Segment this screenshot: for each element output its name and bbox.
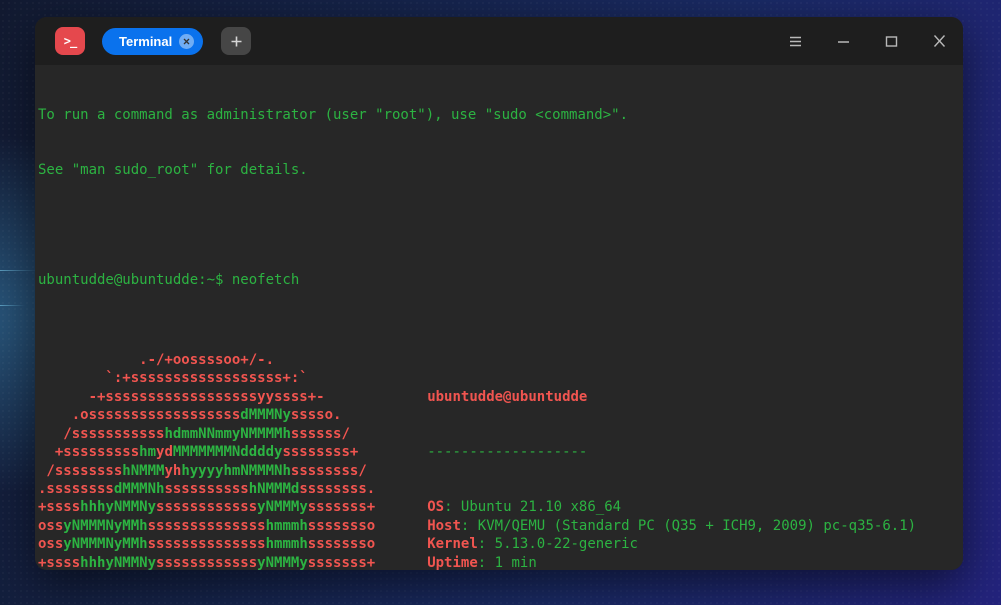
tab-close-button[interactable] (179, 34, 194, 49)
new-tab-button[interactable] (221, 27, 251, 55)
motd-line: See "man sudo_root" for details. (38, 161, 957, 179)
light-streak (0, 305, 25, 306)
hamburger-icon (788, 35, 803, 48)
neofetch-info-rows: OS: Ubuntu 21.10 x86_64Host: KVM/QEMU (S… (427, 498, 916, 570)
neofetch-info: ubuntudde@ubuntudde ------------------- … (427, 351, 916, 570)
minimize-icon (836, 35, 851, 48)
window-controls (771, 17, 963, 65)
neofetch-info-row: Kernel: 5.13.0-22-generic (427, 535, 916, 553)
light-streak (0, 270, 38, 271)
titlebar[interactable]: >_ Terminal (35, 17, 963, 65)
neofetch-info-row: OS: Ubuntu 21.10 x86_64 (427, 498, 916, 516)
motd-line: To run a command as administrator (user … (38, 106, 957, 124)
command-text: neofetch (223, 272, 299, 288)
neofetch-info-row: Host: KVM/QEMU (Standard PC (Q35 + ICH9,… (427, 517, 916, 535)
blank-line (38, 216, 957, 234)
close-icon (932, 34, 947, 48)
terminal-content[interactable]: To run a command as administrator (user … (35, 65, 963, 570)
plus-icon (230, 35, 243, 48)
maximize-button[interactable] (867, 17, 915, 65)
neofetch-user-host: ubuntudde@ubuntudde (427, 388, 916, 406)
minimize-button[interactable] (819, 17, 867, 65)
close-icon (183, 38, 190, 45)
neofetch-separator: ------------------- (427, 443, 916, 461)
maximize-icon (884, 35, 899, 48)
neofetch-info-row: Uptime: 1 min (427, 554, 916, 570)
neofetch-ascii-art: .-/+oossssoo+/-. `:+ssssssssssssssssss+:… (38, 351, 375, 570)
terminal-app-icon: >_ (55, 27, 85, 55)
desktop-background: >_ Terminal (0, 0, 1001, 605)
tab-label: Terminal (119, 34, 172, 49)
shell-prompt: ubuntudde@ubuntudde:~$ (38, 272, 223, 288)
menu-button[interactable] (771, 17, 819, 65)
prompt-line: ubuntudde@ubuntudde:~$neofetch (38, 271, 957, 289)
terminal-window: >_ Terminal (35, 17, 963, 570)
tab-terminal[interactable]: Terminal (102, 28, 203, 55)
close-button[interactable] (915, 17, 963, 65)
neofetch-output: .-/+oossssoo+/-. `:+ssssssssssssssssss+:… (38, 351, 957, 570)
